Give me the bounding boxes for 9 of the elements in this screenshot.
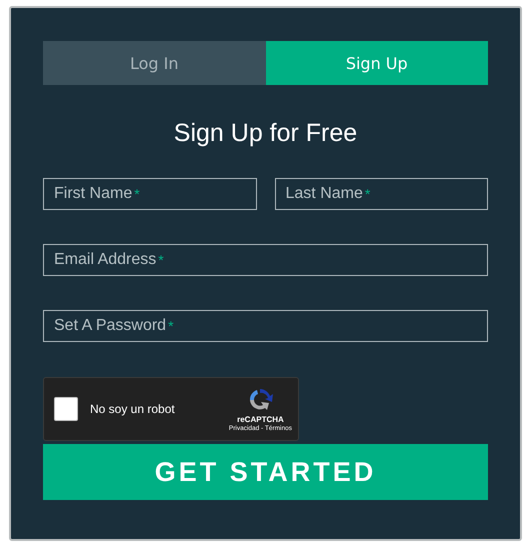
input-field[interactable]: Email Address* bbox=[43, 244, 488, 276]
captcha-brand: reCAPTCHA bbox=[237, 415, 284, 424]
input-field[interactable]: Last Name* bbox=[274, 178, 488, 210]
input-field[interactable]: First Name* bbox=[43, 178, 256, 210]
form-title: Sign Up for Free bbox=[172, 119, 358, 148]
captcha-label: No soy un robot bbox=[90, 402, 176, 416]
checkbox[interactable] bbox=[54, 397, 78, 421]
tab[interactable]: Log In bbox=[43, 41, 266, 85]
input-field[interactable]: Set A Password* bbox=[43, 310, 488, 342]
